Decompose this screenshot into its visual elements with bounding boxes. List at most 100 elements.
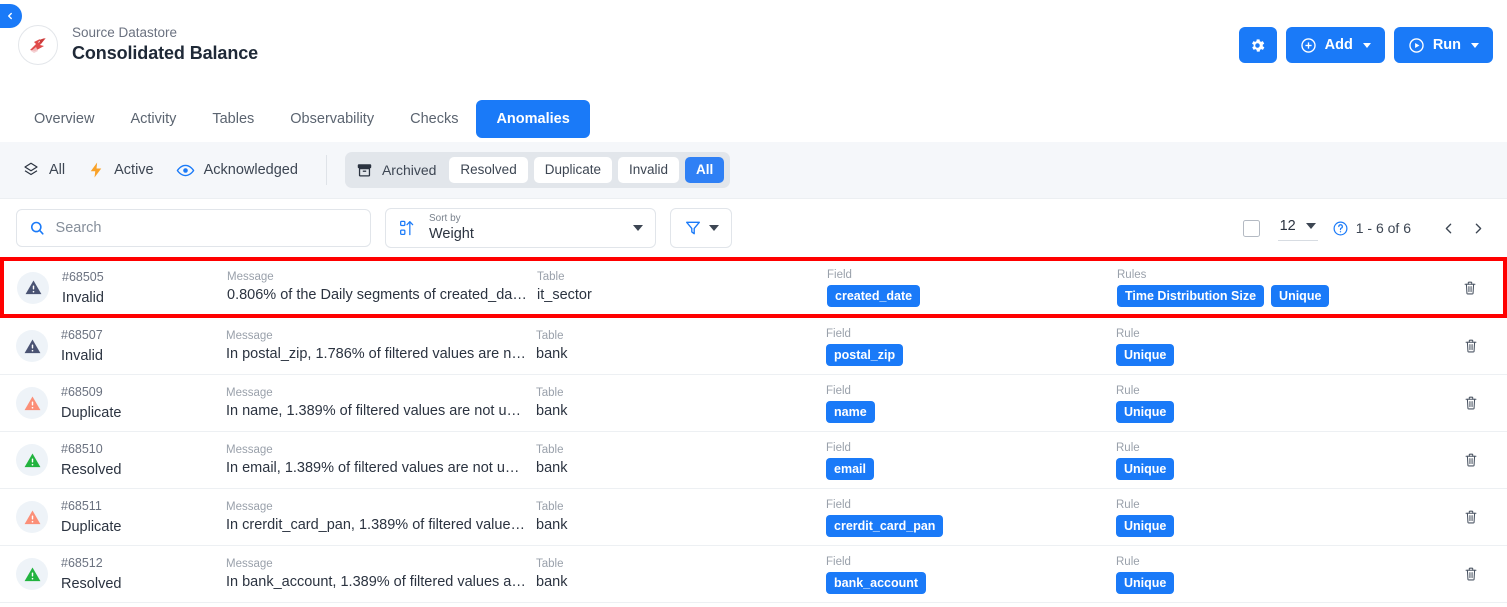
status-text: #68507 Invalid [61,326,103,366]
datastore-logo-icon [30,37,46,53]
filter-bar: All Active Acknowledged Archived Resolve… [0,142,1507,199]
page-size-select[interactable]: 12 [1277,216,1318,241]
anomaly-status: Resolved [61,576,122,592]
warning-triangle-icon [24,453,40,467]
field-column-label: Field [826,327,851,340]
table-row[interactable]: #68509 Duplicate Message In name, 1.389% of… [0,375,1507,432]
chevron-right-icon [1475,223,1481,233]
rules-column-label: Rule [1116,498,1140,511]
status-text: #68505 Invalid [62,268,104,308]
tab-tables[interactable]: Tables [194,101,272,137]
rule-chips: Unique [1116,400,1451,423]
delete-row-button[interactable] [1451,452,1491,468]
message-column-label: Message [226,443,273,456]
row-status-cell: #68509 Duplicate [16,383,226,423]
rule-chip[interactable]: Unique [1116,514,1175,537]
rule-chip[interactable]: Unique [1116,400,1175,423]
field-chip[interactable]: postal_zip [826,343,904,366]
next-page-button[interactable] [1463,213,1493,243]
tab-anomalies[interactable]: Anomalies [476,99,590,138]
segment-all[interactable]: All [685,157,725,183]
table-column-label: Table [537,271,565,283]
filter-button[interactable] [670,208,732,248]
help-button[interactable] [1332,220,1349,237]
table-value: bank [536,516,568,533]
select-all-checkbox[interactable] [1242,219,1260,237]
anomaly-id: #68510 [61,442,103,456]
search-box[interactable] [16,209,371,247]
row-rules-cell: Rules Time Distribution Size Unique [1117,268,1450,307]
filter-acknowledged[interactable]: Acknowledged [176,161,320,180]
filter-all[interactable]: All [18,161,87,179]
search-icon [30,221,44,235]
rule-chip[interactable]: Unique [1271,285,1330,307]
table-row[interactable]: #68511 Duplicate Message In crerdit_card_pa… [0,489,1507,546]
add-button[interactable]: Add [1285,27,1385,63]
field-chip[interactable]: email [826,457,874,480]
run-button[interactable]: Run [1393,27,1493,63]
tab-observability[interactable]: Observability [272,101,392,137]
sort-value: Weight [429,226,474,243]
tab-checks[interactable]: Checks [392,101,476,137]
message-column-label: Message [226,386,273,399]
field-chip[interactable]: crerdit_card_pan [826,514,944,537]
tab-overview[interactable]: Overview [16,101,112,137]
prev-page-button[interactable] [1433,213,1463,243]
page-range-label: 1 - 6 of 6 [1355,220,1411,236]
delete-row-button[interactable] [1451,338,1491,354]
segment-duplicate[interactable]: Duplicate [533,157,612,183]
warning-triangle-icon [25,280,41,295]
play-circle-icon [1409,37,1424,53]
rule-chip[interactable]: Unique [1116,457,1175,480]
row-field-cell: Field crerdit_card_pan [826,498,1116,537]
page-header: Source Datastore Consolidated Balance Ad… [0,0,1507,95]
segment-resolved[interactable]: Resolved [449,157,528,183]
table-row[interactable]: #68507 Invalid Message In postal_zip, 1.786… [0,318,1507,375]
sort-by-select[interactable]: Sort by Weight [385,208,656,248]
row-table-cell: Table bank [536,329,826,364]
datastore-logo [18,24,58,65]
chevron-left-icon [1445,223,1451,233]
rule-chip[interactable]: Unique [1116,571,1175,594]
archived-segment-group: Archived Resolved Duplicate Invalid All [344,152,731,188]
field-chip[interactable]: created_date [827,285,921,307]
field-chips: crerdit_card_pan [826,514,1116,537]
table-row[interactable]: #68510 Resolved Message In email, 1.389% of… [0,432,1507,489]
sort-labels: Sort by Weight [429,214,474,242]
table-row[interactable]: #68505 Invalid Message 0.806% of the Daily … [0,257,1507,318]
row-rules-cell: Rule Unique [1116,498,1451,537]
row-message-cell: Message In crerdit_card_pan, 1.389% of fi… [226,500,536,535]
anomaly-table: #68505 Invalid Message 0.806% of the Daily … [0,257,1507,603]
eye-icon [176,164,194,176]
settings-button[interactable] [1238,27,1277,63]
filter-active[interactable]: Active [87,161,176,179]
tab-activity[interactable]: Activity [112,101,194,137]
rules-column-label: Rules [1117,269,1147,281]
message-column-label: Message [226,557,273,570]
row-rules-cell: Rule Unique [1116,384,1451,423]
message-column-label: Message [226,500,273,513]
field-column-label: Field [826,441,851,454]
field-chip[interactable]: name [826,400,875,423]
row-status-cell: #68510 Resolved [16,440,226,480]
segment-invalid[interactable]: Invalid [617,157,680,183]
rule-chips: Unique [1116,343,1451,366]
table-row[interactable]: #68512 Resolved Message In bank_account, 1.… [0,546,1507,603]
delete-row-button[interactable] [1450,280,1490,296]
search-input[interactable] [55,220,358,236]
row-status-cell: #68507 Invalid [16,326,226,366]
anomaly-id: #68509 [61,385,103,399]
status-icon [16,558,48,590]
message-value: In name, 1.389% of filtered values are n… [226,402,526,419]
chevron-down-icon [708,225,719,231]
header-actions: Add Run [1238,27,1493,63]
delete-row-button[interactable] [1451,566,1491,582]
rule-chip[interactable]: Time Distribution Size [1117,285,1265,307]
delete-row-button[interactable] [1451,395,1491,411]
add-button-label: Add [1324,37,1353,53]
warning-triangle-icon [24,396,40,410]
field-chip[interactable]: bank_account [826,571,927,594]
rule-chip[interactable]: Unique [1116,343,1175,366]
filter-divider [325,155,327,185]
delete-row-button[interactable] [1451,509,1491,525]
